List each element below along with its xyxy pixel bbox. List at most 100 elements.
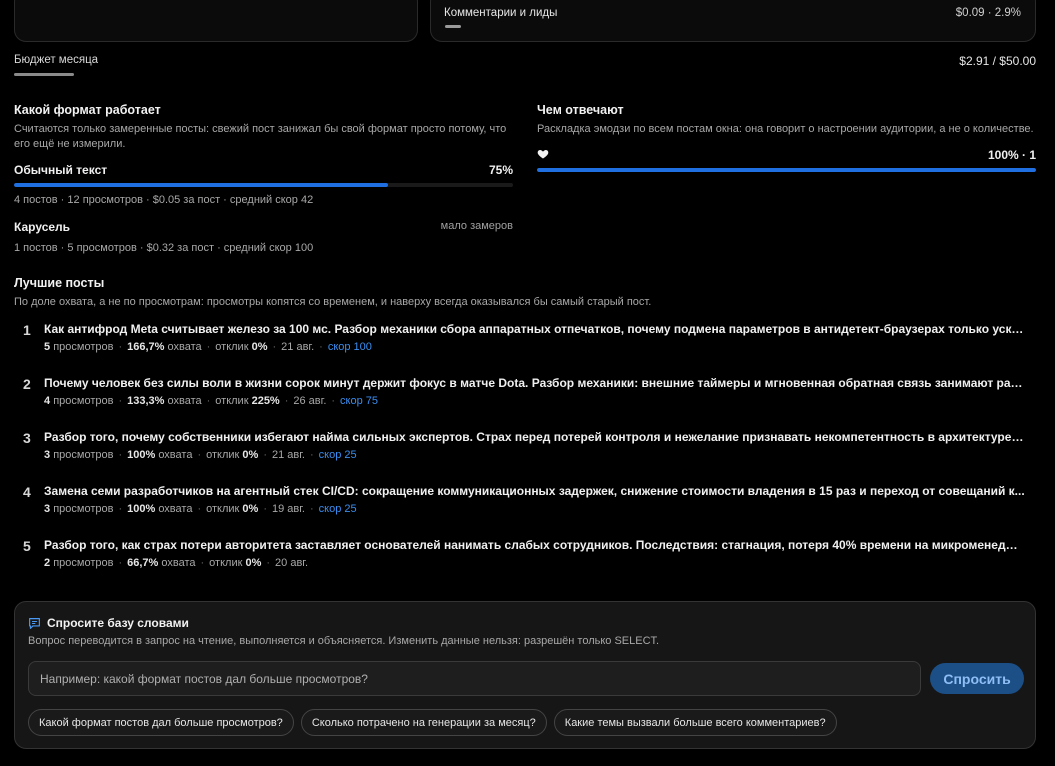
format-item-carousel: Карусель мало замеров 1 постов · 5 просм… <box>14 220 513 254</box>
ask-title: Спросите базу словами <box>47 616 189 630</box>
separator: · <box>263 503 267 515</box>
budget-label: Бюджет месяца <box>14 54 99 66</box>
best-post-row[interactable]: 2 Почему человек без силы воли в жизни со… <box>14 376 1036 430</box>
ask-description: Вопрос переводится в запрос на чтение, в… <box>28 635 660 647</box>
post-response-label: отклик <box>215 341 249 353</box>
ask-submit-button[interactable]: Спросить <box>930 663 1024 694</box>
separator: · <box>331 395 336 407</box>
post-reach-value: 66,7% <box>127 557 159 569</box>
suggestion-chip[interactable]: Какие темы вызвали больше всего коммента… <box>553 709 837 736</box>
post-date: 21 авг. <box>281 341 315 353</box>
post-reach-value: 166,7% <box>127 341 165 353</box>
post-views-label: просмотров <box>53 341 114 353</box>
format-name: Обычный текст <box>14 163 108 177</box>
best-post-row[interactable]: 1 Как антифрод Meta считывает железо за 1… <box>14 322 1036 376</box>
separator: · <box>197 503 202 515</box>
post-rank: 4 <box>23 484 31 500</box>
post-response-label: отклик <box>206 503 240 515</box>
post-reach-value: 100% <box>127 503 156 515</box>
post-date: 21 авг. <box>271 449 305 461</box>
reactions-section-title: Чем отвечают <box>537 103 624 117</box>
post-score-link[interactable]: скор 75 <box>340 395 378 407</box>
post-views-label: просмотров <box>53 449 114 461</box>
post-response-value: 225% <box>251 395 280 407</box>
post-meta: 5 просмотров · 166,7% охвата · отклик 0% · 21 … <box>44 341 372 353</box>
best-post-row[interactable]: 5 Разбор того, как страх потери авторитет… <box>14 538 1036 592</box>
post-title[interactable]: Почему человек без силы воли в жизни сор… <box>44 376 1026 390</box>
format-item-plain-text: Обычный текст 75% 4 постов · 12 просмотр… <box>14 163 513 206</box>
separator: · <box>206 395 211 407</box>
separator: · <box>309 503 314 515</box>
reaction-progress-bar <box>537 168 1036 172</box>
post-reach-label: охвата <box>167 341 202 353</box>
post-reach-value: 133,3% <box>127 395 165 407</box>
best-posts-description: По доле охвата, а не по просмотрам: прос… <box>14 296 652 308</box>
separator: · <box>272 341 277 353</box>
separator: · <box>206 341 211 353</box>
post-response-value: 0% <box>245 557 262 569</box>
format-section-title: Какой формат работает <box>14 103 161 117</box>
post-rank: 1 <box>23 322 31 338</box>
chat-icon <box>29 617 40 629</box>
post-title[interactable]: Разбор того, почему собственники избегаю… <box>44 430 1026 444</box>
monthly-budget: Бюджет месяца $2.91 / $50.00 <box>14 54 1036 76</box>
best-posts-list: 1 Как антифрод Meta считывает железо за 1… <box>14 322 1036 592</box>
separator: · <box>284 395 289 407</box>
post-views-count: 3 <box>44 503 51 515</box>
separator: · <box>118 503 123 515</box>
format-name: Карусель <box>14 220 71 234</box>
post-score-link[interactable]: скор 100 <box>328 341 372 353</box>
comments-leads-value: $0.09 · 2.9% <box>955 7 1021 19</box>
separator: · <box>197 449 202 461</box>
post-meta: 3 просмотров · 100% охвата · отклик 0% · 19 ав… <box>44 503 357 515</box>
separator: · <box>118 395 123 407</box>
best-post-row[interactable]: 3 Разбор того, почему собственники избега… <box>14 430 1036 484</box>
top-card-left <box>14 0 418 42</box>
post-response-value: 0% <box>242 503 259 515</box>
separator: · <box>200 557 205 569</box>
post-meta: 4 просмотров · 133,3% охвата · отклик 225% · 2… <box>44 395 378 407</box>
post-title[interactable]: Замена семи разработчиков на агентный ст… <box>44 484 1026 498</box>
separator: · <box>118 341 123 353</box>
best-post-row[interactable]: 4 Замена семи разработчиков на агентный с… <box>14 484 1036 538</box>
separator: · <box>118 449 123 461</box>
post-rank: 2 <box>23 376 31 392</box>
suggestion-chip[interactable]: Сколько потрачено на генерации за месяц? <box>300 709 547 736</box>
format-note: мало замеров <box>440 220 513 232</box>
budget-value: $2.91 / $50.00 <box>959 54 1036 68</box>
post-views-label: просмотров <box>53 503 114 515</box>
post-response-label: отклик <box>206 449 240 461</box>
reaction-progress-fill <box>537 168 1036 172</box>
format-meta: 1 постов · 5 просмотров · $0.32 за пост … <box>14 242 314 254</box>
post-score-link[interactable]: скор 25 <box>319 449 357 461</box>
format-progress-fill <box>14 183 389 187</box>
post-reach-label: охвата <box>158 449 193 461</box>
ask-question-input[interactable] <box>28 661 921 696</box>
format-progress-bar <box>14 183 513 187</box>
post-response-label: отклик <box>215 395 249 407</box>
post-reach-label: охвата <box>158 503 193 515</box>
post-score-link[interactable]: скор 25 <box>319 503 357 515</box>
format-section: Какой формат работает Считаются только з… <box>14 103 513 254</box>
post-rank: 3 <box>23 430 31 446</box>
separator: · <box>118 557 123 569</box>
post-date: 19 авг. <box>271 503 305 515</box>
format-section-description: Считаются только замеренные посты: свежи… <box>14 123 507 150</box>
post-rank: 5 <box>23 538 31 554</box>
budget-bar <box>14 73 74 76</box>
best-posts-title: Лучшие посты <box>14 276 105 290</box>
best-posts-section: Лучшие посты По доле охвата, а не по про… <box>14 276 1036 592</box>
comments-leads-label: Комментарии и лиды <box>444 7 558 19</box>
post-views-label: просмотров <box>53 557 114 569</box>
separator: · <box>263 449 267 461</box>
separator: · <box>266 557 271 569</box>
post-meta: 3 просмотров · 100% охвата · отклик 0% · 21 ав… <box>44 449 357 461</box>
post-reach-label: охвата <box>167 395 202 407</box>
suggestion-chip[interactable]: Какой формат постов дал больше просмотро… <box>28 709 294 736</box>
post-title[interactable]: Как антифрод Meta считывает железо за 10… <box>44 322 1026 336</box>
post-response-label: отклик <box>209 557 243 569</box>
post-meta: 2 просмотров · 66,7% охвата · отклик 0% · 20 а… <box>44 557 308 569</box>
post-title[interactable]: Разбор того, как страх потери авторитета… <box>44 538 1026 552</box>
reactions-section-description: Раскладка эмодзи по всем постам окна: он… <box>537 123 1034 135</box>
post-views-count: 4 <box>44 395 51 407</box>
